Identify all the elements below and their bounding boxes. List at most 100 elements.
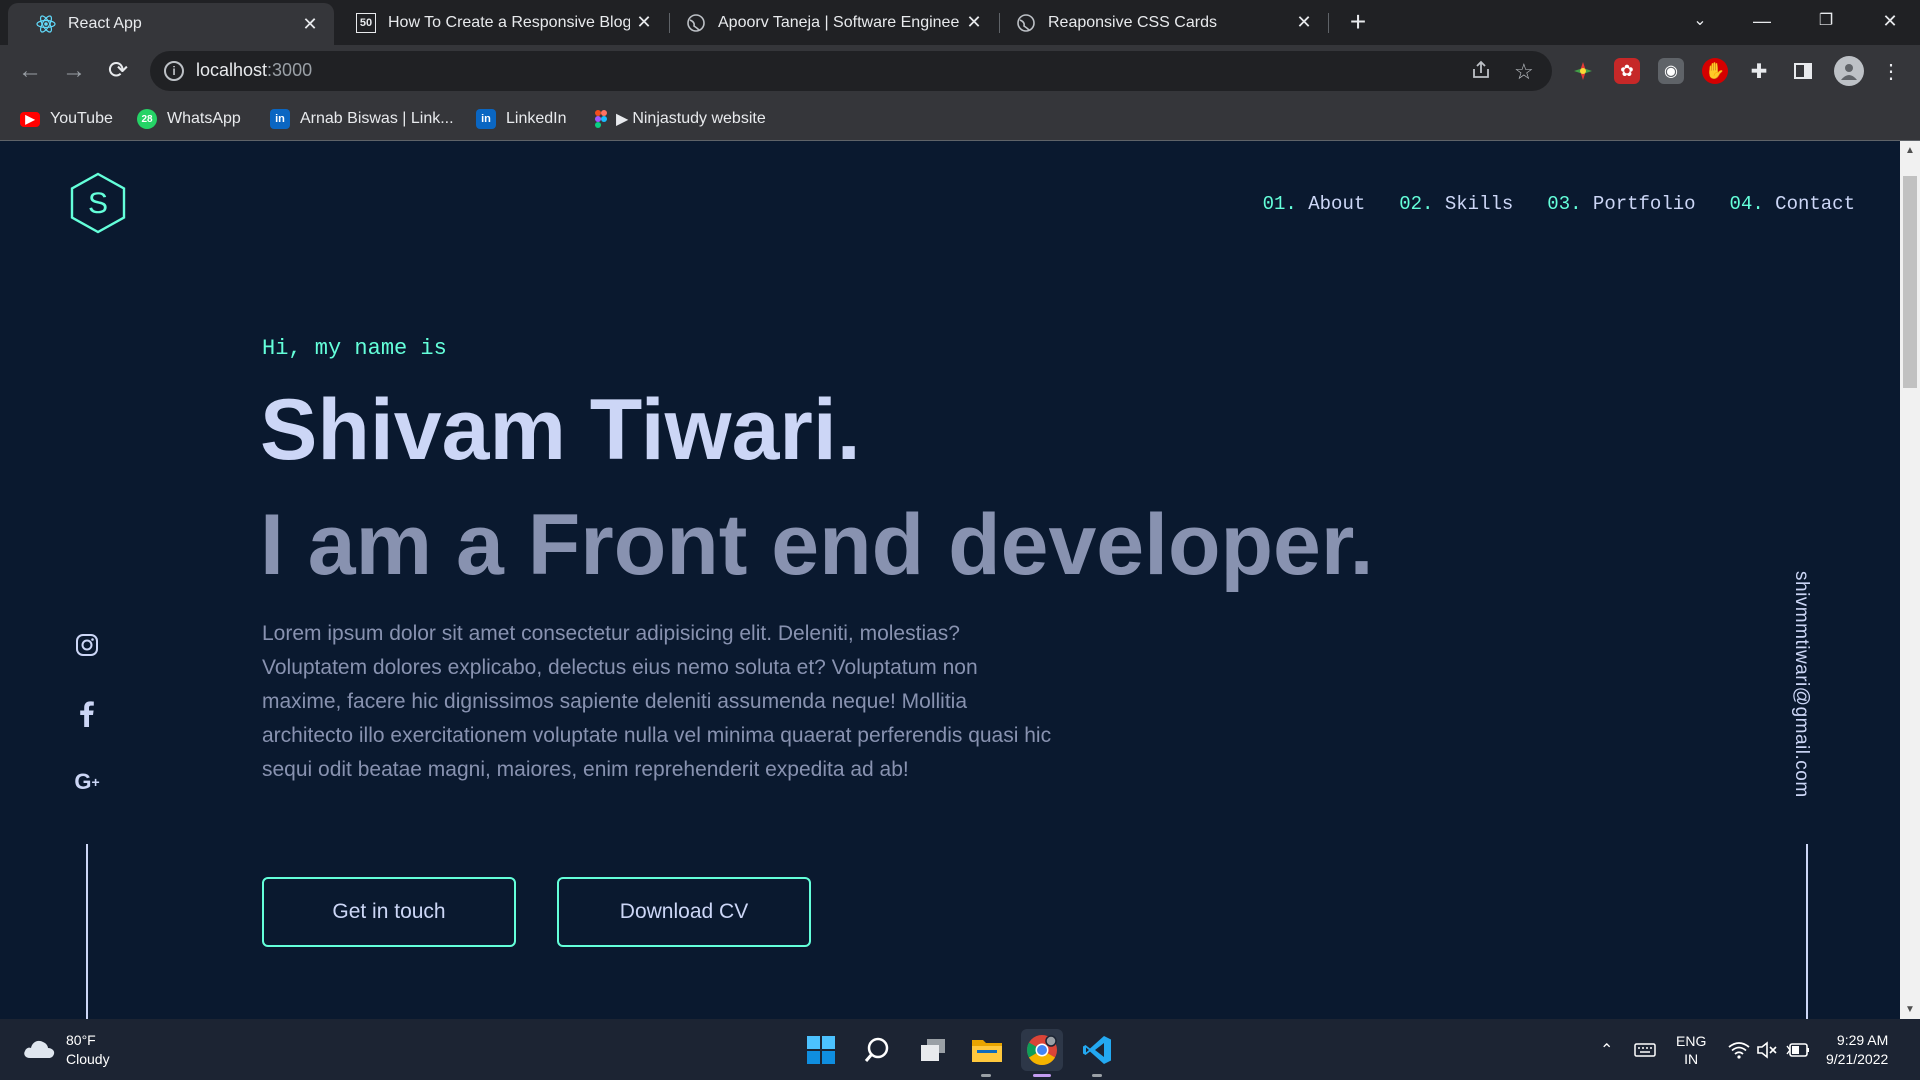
nav-portfolio[interactable]: 03. Portfolio	[1547, 193, 1695, 215]
tab-title: Reaponsive CSS Cards	[1048, 13, 1217, 31]
restore-button[interactable]: ❐	[1796, 0, 1856, 45]
linkedin-icon: in	[270, 109, 290, 129]
nav-number: 02.	[1399, 193, 1434, 215]
play-icon: ▶	[616, 111, 629, 128]
windows-start-icon[interactable]	[800, 1029, 842, 1071]
battery-icon[interactable]	[1786, 1019, 1810, 1080]
google-plus-icon[interactable]: G +	[72, 767, 102, 797]
bookmark-youtube[interactable]: ▶ YouTube	[20, 107, 113, 131]
fifty-days-icon: 50	[356, 12, 376, 33]
download-cv-button[interactable]: Download CV	[557, 877, 811, 947]
vscode-icon[interactable]	[1076, 1029, 1118, 1071]
file-explorer-icon[interactable]	[966, 1029, 1008, 1071]
cloud-icon	[22, 1036, 56, 1065]
close-tab-icon[interactable]: ✕	[296, 14, 324, 35]
close-window-button[interactable]: ✕	[1860, 0, 1920, 45]
tab-apoorv[interactable]: Apoorv Taneja | Software Engineer ✕	[670, 0, 998, 45]
bookmark-star-icon[interactable]: ☆	[1514, 59, 1534, 85]
tab-css-cards[interactable]: Reaponsive CSS Cards ✕	[1000, 0, 1328, 45]
profile-avatar-icon[interactable]	[1834, 56, 1864, 86]
running-indicator	[1092, 1074, 1102, 1077]
clock-date: 9/21/2022	[1826, 1050, 1889, 1067]
hero-greeting: Hi, my name is	[262, 336, 447, 361]
bookmark-arnab-linkedin[interactable]: in Arnab Biswas | Link...	[270, 107, 454, 131]
screenshot-extension-icon[interactable]: ◉	[1658, 58, 1684, 84]
site-info-icon[interactable]: i	[164, 61, 184, 81]
portfolio-page: S 01. About 02. Skills 03. Portfolio 04.…	[0, 141, 1900, 1019]
color-picker-extension-icon[interactable]	[1570, 58, 1596, 84]
reload-button[interactable]: ⟳	[102, 55, 134, 87]
nav-label: About	[1308, 193, 1366, 215]
bookmark-label: WhatsApp	[167, 110, 241, 127]
instagram-icon[interactable]	[72, 630, 102, 660]
browser-toolbar: ← → ⟳ i localhost:3000 ☆ ✿ ◉ ✋ ✚ ⋮	[0, 45, 1920, 97]
nav-about[interactable]: 01. About	[1263, 193, 1366, 215]
new-tab-button[interactable]: +	[1342, 6, 1374, 38]
scroll-down-arrow-icon[interactable]: ▼	[1900, 1004, 1920, 1015]
keyboard-icon[interactable]	[1634, 1019, 1656, 1080]
clock-time: 9:29 AM	[1836, 1031, 1889, 1048]
weather-temperature: 80°F	[66, 1032, 96, 1048]
close-tab-icon[interactable]: ✕	[960, 12, 988, 33]
right-rail-line	[1806, 844, 1808, 1019]
site-logo[interactable]: S	[68, 171, 128, 240]
back-button[interactable]: ←	[14, 55, 46, 87]
nav-number: 03.	[1547, 193, 1582, 215]
weather-description: Cloudy	[66, 1051, 110, 1067]
tab-blog[interactable]: 50 How To Create a Responsive Blog ✕	[340, 0, 668, 45]
page-scrollbar[interactable]: ▲ ▼	[1900, 141, 1920, 1019]
bookmark-ninjastudy[interactable]: ▶ Ninjastudy website	[594, 107, 766, 131]
nav-contact[interactable]: 04. Contact	[1730, 193, 1855, 215]
bookmark-whatsapp[interactable]: 28 WhatsApp	[137, 107, 241, 131]
tab-react-app[interactable]: React App ✕	[8, 3, 334, 45]
scrollbar-thumb[interactable]	[1903, 176, 1917, 388]
extensions-puzzle-icon[interactable]: ✚	[1746, 58, 1772, 84]
close-tab-icon[interactable]: ✕	[1290, 12, 1318, 33]
wifi-icon[interactable]	[1728, 1019, 1750, 1080]
task-view-icon[interactable]	[912, 1029, 954, 1071]
bookmarks-bar: ▶ YouTube 28 WhatsApp in Arnab Biswas | …	[0, 97, 1920, 141]
tab-search-button[interactable]: ⌄	[1670, 0, 1730, 45]
language-indicator[interactable]: ENG IN	[1676, 1019, 1706, 1080]
nav-label: Skills	[1444, 193, 1514, 215]
bookmark-label: LinkedIn	[506, 110, 567, 127]
forward-button[interactable]: →	[58, 55, 90, 87]
chrome-icon[interactable]	[1021, 1029, 1063, 1071]
bookmark-label: Arnab Biswas | Link...	[300, 110, 454, 127]
tab-title: React App	[68, 15, 142, 32]
globe-icon	[1016, 13, 1036, 33]
hero-description: Lorem ipsum dolor sit amet consectetur a…	[262, 622, 1052, 781]
left-rail-line	[86, 844, 88, 1019]
get-in-touch-button[interactable]: Get in touch	[262, 877, 516, 947]
side-panel-icon[interactable]	[1790, 58, 1816, 84]
close-tab-icon[interactable]: ✕	[630, 12, 658, 33]
share-icon[interactable]	[1470, 59, 1492, 87]
nav-label: Portfolio	[1592, 193, 1696, 215]
email-link[interactable]: shivmmtiwari@gmail.com	[1790, 571, 1812, 798]
scroll-up-arrow-icon[interactable]: ▲	[1900, 145, 1920, 156]
nav-skills[interactable]: 02. Skills	[1399, 193, 1513, 215]
active-indicator	[1033, 1074, 1051, 1077]
nav-number: 01.	[1262, 193, 1297, 215]
notes-extension-icon[interactable]: ✿	[1614, 58, 1640, 84]
tab-strip: React App ✕ 50 How To Create a Responsiv…	[0, 0, 1920, 45]
clock[interactable]: 9:29 AM 9/21/2022	[1826, 1019, 1888, 1080]
linkedin-icon: in	[476, 109, 496, 129]
bookmark-label: YouTube	[50, 110, 113, 127]
tab-title: How To Create a Responsive Blog	[388, 13, 630, 31]
volume-muted-icon[interactable]	[1756, 1019, 1778, 1080]
url-text[interactable]: localhost:3000	[196, 60, 312, 81]
weather-widget[interactable]: 80°F Cloudy	[22, 1031, 110, 1069]
react-icon	[36, 14, 56, 34]
youtube-icon: ▶	[20, 111, 40, 127]
tray-overflow-icon[interactable]: ⌃	[1600, 1019, 1613, 1080]
minimize-button[interactable]: —	[1732, 0, 1792, 45]
figma-icon	[594, 109, 608, 129]
adblock-extension-icon[interactable]: ✋	[1702, 58, 1728, 84]
search-icon[interactable]	[856, 1029, 898, 1071]
menu-kebab-icon[interactable]: ⋮	[1878, 58, 1904, 84]
bookmark-linkedin[interactable]: in LinkedIn	[476, 107, 567, 131]
facebook-icon[interactable]	[72, 699, 102, 729]
address-bar[interactable]: i localhost:3000 ☆	[150, 51, 1552, 91]
tab-separator	[1328, 13, 1329, 33]
